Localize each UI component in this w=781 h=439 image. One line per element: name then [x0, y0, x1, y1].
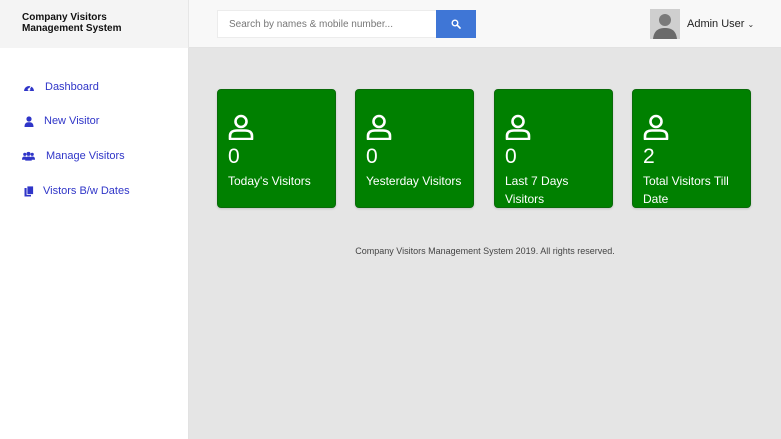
sidebar-item-new-visitor[interactable]: New Visitor — [22, 113, 99, 129]
user-icon — [22, 115, 35, 128]
stat-label: Today's Visitors — [228, 174, 311, 188]
brand-line-2: Management System — [22, 23, 122, 34]
sidebar-item-label: Vistors B/w Dates — [43, 185, 130, 197]
stat-label: Last 7 Days Visitors — [505, 174, 569, 206]
search-input[interactable] — [217, 10, 436, 38]
user-outline-icon — [505, 114, 531, 140]
sidebar-item-manage-visitors[interactable]: Manage Visitors — [22, 148, 125, 164]
user-menu[interactable]: Admin User ⌄ — [650, 9, 754, 39]
search-icon — [451, 19, 461, 29]
sidebar: Dashboard New Visitor Manage Visitors Vi… — [0, 48, 189, 439]
stat-label: Yesterday Visitors — [366, 174, 462, 188]
files-icon — [22, 185, 35, 198]
brand[interactable]: Company Visitors Management System — [0, 0, 189, 48]
stat-value: 0 — [366, 145, 378, 168]
stat-label: Total Visitors Till Date — [643, 174, 729, 206]
stat-card-today[interactable]: 0 Today's Visitors — [217, 89, 336, 208]
chevron-down-icon: ⌄ — [747, 19, 755, 29]
user-outline-icon — [228, 114, 254, 140]
footer-copyright: Company Visitors Management System 2019.… — [355, 246, 615, 256]
stat-card-total[interactable]: 2 Total Visitors Till Date — [632, 89, 751, 208]
sidebar-item-label: Dashboard — [45, 81, 99, 93]
user-outline-icon — [366, 114, 392, 140]
sidebar-item-label: New Visitor — [44, 115, 100, 127]
stat-value: 0 — [505, 145, 517, 168]
user-silhouette-icon — [650, 9, 680, 39]
brand-line-1: Company Visitors — [22, 12, 107, 23]
dashboard-icon — [22, 81, 35, 94]
search-button[interactable] — [436, 10, 476, 38]
sidebar-item-visitors-between-dates[interactable]: Vistors B/w Dates — [22, 183, 130, 199]
users-icon — [22, 150, 35, 163]
user-name: Admin User — [687, 18, 745, 30]
user-outline-icon — [643, 114, 669, 140]
stat-value: 2 — [643, 145, 655, 168]
sidebar-item-dashboard[interactable]: Dashboard — [22, 79, 99, 95]
avatar — [650, 9, 680, 39]
stat-card-yesterday[interactable]: 0 Yesterday Visitors — [355, 89, 474, 208]
top-bar: Company Visitors Management System Admin… — [0, 0, 781, 48]
search-form — [217, 10, 476, 38]
stat-value: 0 — [228, 145, 240, 168]
stat-card-last-7-days[interactable]: 0 Last 7 Days Visitors — [494, 89, 613, 208]
sidebar-item-label: Manage Visitors — [46, 150, 125, 162]
